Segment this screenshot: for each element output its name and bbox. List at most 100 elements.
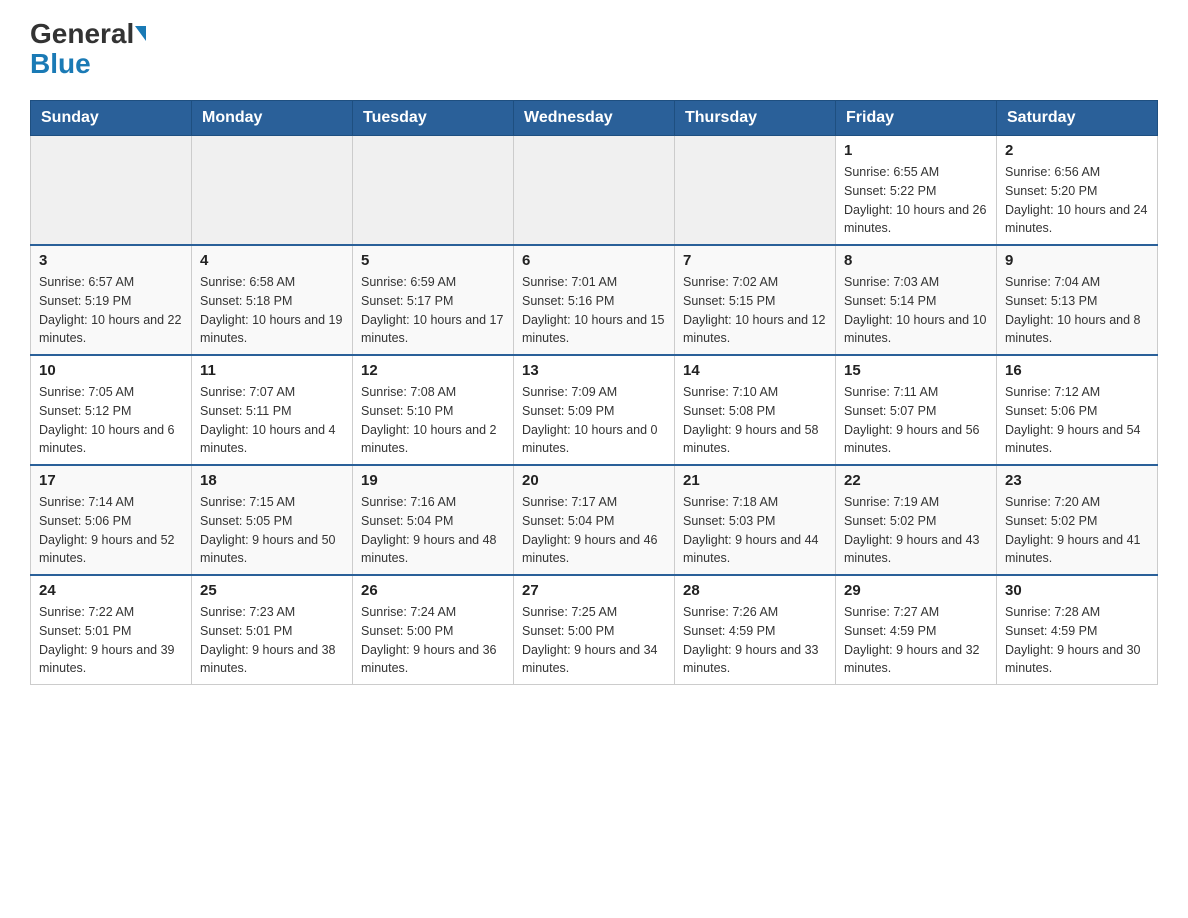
day-number: 18	[200, 472, 344, 489]
calendar-cell: 24 Sunrise: 7:22 AMSunset: 5:01 PMDayligh…	[31, 575, 192, 685]
day-info: Sunrise: 7:19 AMSunset: 5:02 PMDaylight:…	[844, 493, 988, 568]
calendar-week-2: 3 Sunrise: 6:57 AMSunset: 5:19 PMDaylight…	[31, 245, 1158, 355]
calendar-cell: 28 Sunrise: 7:26 AMSunset: 4:59 PMDayligh…	[675, 575, 836, 685]
day-number: 21	[683, 472, 827, 489]
day-info: Sunrise: 6:57 AMSunset: 5:19 PMDaylight:…	[39, 273, 183, 348]
calendar-cell: 27Sunrise: 7:25 AMSunset: 5:00 PMDayligh…	[514, 575, 675, 685]
weekday-header-saturday: Saturday	[997, 101, 1158, 136]
day-number: 12	[361, 362, 505, 379]
day-number: 28	[683, 582, 827, 599]
day-number: 3	[39, 252, 183, 269]
calendar-cell: 8 Sunrise: 7:03 AMSunset: 5:14 PMDaylight…	[836, 245, 997, 355]
calendar-cell: 15 Sunrise: 7:11 AMSunset: 5:07 PMDayligh…	[836, 355, 997, 465]
page-header: General Blue	[30, 20, 1158, 80]
weekday-header-tuesday: Tuesday	[353, 101, 514, 136]
day-number: 29	[844, 582, 988, 599]
day-info: Sunrise: 7:04 AMSunset: 5:13 PMDaylight:…	[1005, 273, 1149, 348]
calendar-cell	[31, 136, 192, 246]
day-info: Sunrise: 7:15 AMSunset: 5:05 PMDaylight:…	[200, 493, 344, 568]
calendar-week-5: 24 Sunrise: 7:22 AMSunset: 5:01 PMDayligh…	[31, 575, 1158, 685]
calendar-cell: 11 Sunrise: 7:07 AMSunset: 5:11 PMDayligh…	[192, 355, 353, 465]
day-number: 25	[200, 582, 344, 599]
day-info: Sunrise: 7:17 AMSunset: 5:04 PMDaylight:…	[522, 493, 666, 568]
weekday-header-row: SundayMondayTuesdayWednesdayThursdayFrid…	[31, 101, 1158, 136]
calendar-cell: 21 Sunrise: 7:18 AMSunset: 5:03 PMDayligh…	[675, 465, 836, 575]
day-info: Sunrise: 6:59 AMSunset: 5:17 PMDaylight:…	[361, 273, 505, 348]
day-info: Sunrise: 7:27 AMSunset: 4:59 PMDaylight:…	[844, 603, 988, 678]
calendar-cell: 18 Sunrise: 7:15 AMSunset: 5:05 PMDayligh…	[192, 465, 353, 575]
weekday-header-sunday: Sunday	[31, 101, 192, 136]
day-info: Sunrise: 7:16 AMSunset: 5:04 PMDaylight:…	[361, 493, 505, 568]
calendar-cell	[514, 136, 675, 246]
calendar-cell: 5 Sunrise: 6:59 AMSunset: 5:17 PMDaylight…	[353, 245, 514, 355]
calendar-cell: 20 Sunrise: 7:17 AMSunset: 5:04 PMDayligh…	[514, 465, 675, 575]
calendar-cell: 17 Sunrise: 7:14 AMSunset: 5:06 PMDayligh…	[31, 465, 192, 575]
calendar-cell: 16 Sunrise: 7:12 AMSunset: 5:06 PMDayligh…	[997, 355, 1158, 465]
day-number: 8	[844, 252, 988, 269]
calendar-cell	[675, 136, 836, 246]
calendar-cell: 12 Sunrise: 7:08 AMSunset: 5:10 PMDayligh…	[353, 355, 514, 465]
day-number: 20	[522, 472, 666, 489]
day-number: 16	[1005, 362, 1149, 379]
day-info: Sunrise: 7:24 AMSunset: 5:00 PMDaylight:…	[361, 603, 505, 678]
day-info: Sunrise: 7:09 AMSunset: 5:09 PMDaylight:…	[522, 383, 666, 458]
day-info: Sunrise: 7:03 AMSunset: 5:14 PMDaylight:…	[844, 273, 988, 348]
day-info: Sunrise: 7:08 AMSunset: 5:10 PMDaylight:…	[361, 383, 505, 458]
day-info: Sunrise: 7:02 AMSunset: 5:15 PMDaylight:…	[683, 273, 827, 348]
day-number: 26	[361, 582, 505, 599]
calendar-cell: 7 Sunrise: 7:02 AMSunset: 5:15 PMDaylight…	[675, 245, 836, 355]
day-number: 9	[1005, 252, 1149, 269]
day-info: Sunrise: 7:10 AMSunset: 5:08 PMDaylight:…	[683, 383, 827, 458]
day-info: Sunrise: 7:20 AMSunset: 5:02 PMDaylight:…	[1005, 493, 1149, 568]
calendar-cell	[192, 136, 353, 246]
day-number: 11	[200, 362, 344, 379]
day-number: 15	[844, 362, 988, 379]
day-info: Sunrise: 7:25 AMSunset: 5:00 PMDaylight:…	[522, 603, 666, 678]
calendar-cell: 13Sunrise: 7:09 AMSunset: 5:09 PMDayligh…	[514, 355, 675, 465]
day-info: Sunrise: 7:23 AMSunset: 5:01 PMDaylight:…	[200, 603, 344, 678]
day-number: 19	[361, 472, 505, 489]
calendar-cell: 4Sunrise: 6:58 AMSunset: 5:18 PMDaylight…	[192, 245, 353, 355]
logo: General Blue	[30, 20, 146, 80]
weekday-header-wednesday: Wednesday	[514, 101, 675, 136]
weekday-header-friday: Friday	[836, 101, 997, 136]
day-info: Sunrise: 7:18 AMSunset: 5:03 PMDaylight:…	[683, 493, 827, 568]
calendar-week-3: 10Sunrise: 7:05 AMSunset: 5:12 PMDayligh…	[31, 355, 1158, 465]
logo-text: General	[30, 20, 146, 48]
day-info: Sunrise: 6:56 AMSunset: 5:20 PMDaylight:…	[1005, 163, 1149, 238]
day-number: 17	[39, 472, 183, 489]
weekday-header-monday: Monday	[192, 101, 353, 136]
day-info: Sunrise: 7:12 AMSunset: 5:06 PMDaylight:…	[1005, 383, 1149, 458]
calendar-cell: 9 Sunrise: 7:04 AMSunset: 5:13 PMDaylight…	[997, 245, 1158, 355]
day-info: Sunrise: 7:28 AMSunset: 4:59 PMDaylight:…	[1005, 603, 1149, 678]
calendar-week-1: 1 Sunrise: 6:55 AMSunset: 5:22 PMDaylight…	[31, 136, 1158, 246]
calendar-cell: 2 Sunrise: 6:56 AMSunset: 5:20 PMDaylight…	[997, 136, 1158, 246]
calendar-cell: 14 Sunrise: 7:10 AMSunset: 5:08 PMDayligh…	[675, 355, 836, 465]
day-number: 2	[1005, 142, 1149, 159]
day-info: Sunrise: 6:58 AMSunset: 5:18 PMDaylight:…	[200, 273, 344, 348]
calendar-cell: 1 Sunrise: 6:55 AMSunset: 5:22 PMDaylight…	[836, 136, 997, 246]
day-info: Sunrise: 7:11 AMSunset: 5:07 PMDaylight:…	[844, 383, 988, 458]
day-number: 22	[844, 472, 988, 489]
calendar-cell: 25 Sunrise: 7:23 AMSunset: 5:01 PMDayligh…	[192, 575, 353, 685]
calendar-cell: 10Sunrise: 7:05 AMSunset: 5:12 PMDayligh…	[31, 355, 192, 465]
day-number: 10	[39, 362, 183, 379]
day-number: 1	[844, 142, 988, 159]
day-number: 23	[1005, 472, 1149, 489]
calendar-cell: 19 Sunrise: 7:16 AMSunset: 5:04 PMDayligh…	[353, 465, 514, 575]
day-info: Sunrise: 7:07 AMSunset: 5:11 PMDaylight:…	[200, 383, 344, 458]
day-number: 5	[361, 252, 505, 269]
logo-blue: Blue	[30, 48, 91, 80]
day-info: Sunrise: 7:14 AMSunset: 5:06 PMDaylight:…	[39, 493, 183, 568]
day-number: 30	[1005, 582, 1149, 599]
day-info: Sunrise: 7:26 AMSunset: 4:59 PMDaylight:…	[683, 603, 827, 678]
day-number: 14	[683, 362, 827, 379]
calendar-cell	[353, 136, 514, 246]
day-number: 24	[39, 582, 183, 599]
day-info: Sunrise: 6:55 AMSunset: 5:22 PMDaylight:…	[844, 163, 988, 238]
calendar-cell: 22 Sunrise: 7:19 AMSunset: 5:02 PMDayligh…	[836, 465, 997, 575]
calendar-table: SundayMondayTuesdayWednesdayThursdayFrid…	[30, 100, 1158, 685]
calendar-cell: 26 Sunrise: 7:24 AMSunset: 5:00 PMDayligh…	[353, 575, 514, 685]
day-info: Sunrise: 7:22 AMSunset: 5:01 PMDaylight:…	[39, 603, 183, 678]
day-number: 7	[683, 252, 827, 269]
